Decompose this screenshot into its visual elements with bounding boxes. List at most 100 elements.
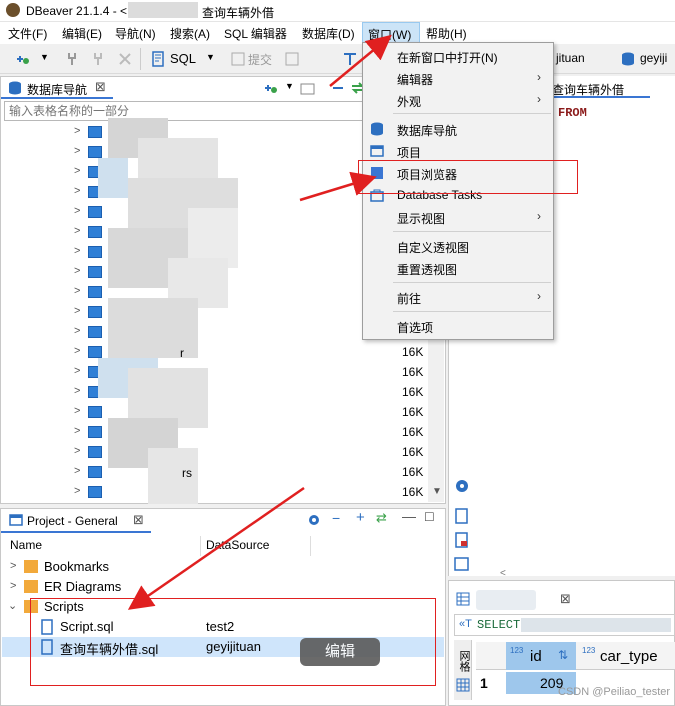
menu-item-preferences[interactable]: 首选项: [397, 319, 433, 336]
close-icon[interactable]: ⊠: [133, 512, 144, 528]
column-name: id: [530, 648, 542, 665]
new-folder-icon[interactable]: [300, 80, 316, 96]
editor-side-toolbar: [454, 476, 472, 576]
menu-sql-editor[interactable]: SQL 编辑器: [224, 25, 287, 42]
link-icon[interactable]: ⇄: [376, 510, 387, 526]
dbeaver-logo-icon: [6, 3, 20, 17]
tree-item-er-diagrams[interactable]: > ER Diagrams: [8, 577, 308, 597]
menu-window[interactable]: 窗口(W): [362, 22, 420, 43]
menu-item-reset-perspective[interactable]: 重置透视图: [397, 261, 457, 278]
chevron-right-icon[interactable]: >: [74, 125, 80, 137]
chevron-right-icon[interactable]: >: [74, 405, 80, 417]
submenu-arrow-icon: ›: [537, 209, 541, 223]
column-header-car-type[interactable]: 123 car_type: [578, 642, 675, 670]
chevron-right-icon[interactable]: >: [74, 425, 80, 437]
menu-item-show-view[interactable]: 显示视图: [397, 210, 445, 227]
new-connection-icon[interactable]: [14, 51, 30, 67]
menu-file[interactable]: 文件(F): [8, 25, 47, 42]
menu-item-appearance[interactable]: 外观: [397, 93, 421, 110]
column-header-datasource[interactable]: DataSource: [206, 538, 269, 552]
scroll-left-icon[interactable]: <: [500, 568, 506, 579]
transaction-mode-icon[interactable]: [342, 51, 358, 67]
menu-navigate[interactable]: 导航(N): [115, 25, 156, 42]
database-icon[interactable]: [620, 51, 636, 67]
chevron-right-icon[interactable]: >: [74, 285, 80, 297]
tree-item-bookmarks[interactable]: > Bookmarks: [8, 557, 308, 577]
collapse-icon[interactable]: −: [332, 510, 340, 526]
maximize-icon[interactable]: ☐: [424, 510, 435, 524]
add-icon[interactable]: +: [356, 509, 365, 526]
menu-database[interactable]: 数据库(D): [302, 25, 355, 42]
menu-item-database-navigator[interactable]: 数据库导航: [397, 122, 457, 139]
chevron-right-icon[interactable]: >: [74, 185, 80, 197]
chevron-right-icon[interactable]: >: [74, 485, 80, 497]
close-icon[interactable]: ⊠: [95, 79, 106, 95]
chevron-right-icon[interactable]: >: [10, 560, 16, 572]
settings-gear-icon[interactable]: [307, 513, 321, 527]
sql-button[interactable]: SQL: [170, 51, 196, 66]
disconnect-icon[interactable]: [90, 51, 106, 67]
menu-search[interactable]: 搜索(A): [170, 25, 210, 42]
tab-database-navigator[interactable]: 数据库导航 ⊠: [1, 77, 113, 99]
chevron-right-icon[interactable]: >: [74, 365, 80, 377]
gear-icon[interactable]: [454, 478, 470, 494]
table-size: 16K: [402, 465, 424, 479]
menu-item-projects[interactable]: 项目: [397, 144, 421, 161]
column-header-id[interactable]: 123 id ⇅: [506, 642, 576, 670]
diagram-folder-icon: [24, 580, 38, 593]
commit-button[interactable]: 提交: [248, 51, 272, 68]
editor-tab-jituan[interactable]: jituan: [556, 51, 585, 65]
chevron-right-icon[interactable]: >: [10, 580, 16, 592]
chevron-right-icon[interactable]: >: [74, 225, 80, 237]
scroll-down-icon[interactable]: ▼: [432, 486, 442, 497]
results-tab-blurred[interactable]: [476, 590, 536, 610]
menu-item-navigation[interactable]: 前往: [397, 290, 421, 307]
window-title: DBeaver 21.1.4 - <: [26, 4, 128, 18]
tab-project-general[interactable]: Project - General ⊠: [1, 509, 151, 533]
menu-edit[interactable]: 编辑(E): [62, 25, 102, 42]
sort-icon[interactable]: ⇅: [558, 648, 568, 662]
chevron-right-icon[interactable]: >: [74, 265, 80, 277]
submenu-arrow-icon: ›: [537, 92, 541, 106]
close-icon[interactable]: ⊠: [560, 591, 571, 607]
menu-item-open-new-window[interactable]: 在新窗口中打开(N): [397, 49, 498, 66]
commit-icon[interactable]: [230, 51, 246, 67]
sql-dropdown-caret-icon[interactable]: ▼: [206, 52, 215, 62]
column-header-name[interactable]: Name: [10, 538, 42, 552]
chevron-right-icon[interactable]: >: [74, 385, 80, 397]
sql-keyword-from: FROM: [558, 106, 587, 120]
chevron-down-icon[interactable]: ⌄: [8, 599, 17, 612]
pdf-file-icon[interactable]: [454, 532, 470, 548]
menu-help[interactable]: 帮助(H): [426, 25, 467, 42]
numeric-type-badge: 123: [582, 646, 596, 655]
chevron-right-icon[interactable]: >: [74, 305, 80, 317]
submenu-arrow-icon: ›: [537, 289, 541, 303]
chevron-right-icon[interactable]: >: [74, 325, 80, 337]
chevron-right-icon[interactable]: >: [74, 145, 80, 157]
menu-item-editor[interactable]: 编辑器: [397, 71, 433, 88]
chevron-right-icon[interactable]: >: [74, 245, 80, 257]
minimize-icon[interactable]: —: [402, 508, 416, 524]
dropdown-caret-icon[interactable]: ▼: [40, 52, 49, 62]
export-icon[interactable]: [454, 508, 470, 524]
editor-tab-query[interactable]: 查询车辆外借: [550, 78, 650, 98]
chevron-right-icon[interactable]: >: [74, 445, 80, 457]
results-filter-bar[interactable]: «T SELECT: [454, 614, 675, 636]
sql-select-text: SELECT: [477, 618, 521, 632]
rollback-icon[interactable]: [284, 51, 300, 67]
chevron-right-icon[interactable]: >: [74, 205, 80, 217]
invalidate-icon[interactable]: [117, 51, 133, 67]
chevron-right-icon[interactable]: >: [74, 465, 80, 477]
new-connection-icon[interactable]: [262, 80, 278, 96]
connect-icon[interactable]: [64, 51, 80, 67]
variables-icon[interactable]: [454, 556, 470, 572]
dropdown-caret-icon[interactable]: ▼: [285, 81, 294, 91]
editor-tab-geyiji[interactable]: geyiji: [640, 51, 667, 65]
grid-icon[interactable]: [456, 592, 470, 606]
menu-item-customize-perspective[interactable]: 自定义透视图: [397, 239, 469, 256]
sql-script-icon[interactable]: [150, 51, 166, 67]
chevron-right-icon[interactable]: >: [74, 165, 80, 177]
collapse-all-icon[interactable]: [330, 80, 346, 96]
grid-view-icon[interactable]: [456, 678, 470, 692]
chevron-right-icon[interactable]: >: [74, 345, 80, 357]
